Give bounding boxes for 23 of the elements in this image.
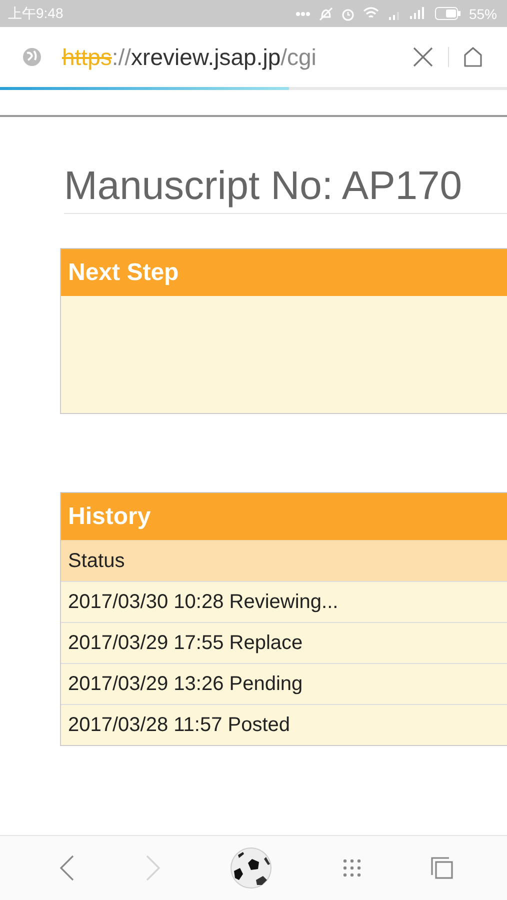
alarm-icon [340,6,355,20]
chevron-right-icon [144,854,160,882]
history-row: 2017/03/29 13:26 Pending [61,663,507,704]
battery-icon [434,7,461,20]
column-header: Status [61,540,507,581]
wifi-icon [362,7,379,20]
dot-grid-icon [342,858,362,878]
signal-icon [408,7,427,20]
history-row: 2017/03/29 17:55 Replace [61,622,507,663]
chevron-left-icon [59,854,75,882]
history-row: 2017/03/30 10:28 Reviewing... [61,581,507,622]
soccer-ball-icon [230,847,272,889]
panel-heading: History [61,493,507,540]
history-row: 2017/03/28 11:57 Posted [61,704,507,745]
close-icon [412,46,434,68]
bell-muted-icon [318,6,333,20]
home-icon [463,46,483,68]
tabs-icon [431,857,453,879]
more-dots-icon [294,10,311,16]
panel-heading: Next Step [61,249,507,296]
page-title: Manuscript No: AP170 [64,164,507,214]
globe-icon [22,47,42,67]
url-field[interactable]: https://xreview.jsap.jp/cgi [62,44,398,70]
